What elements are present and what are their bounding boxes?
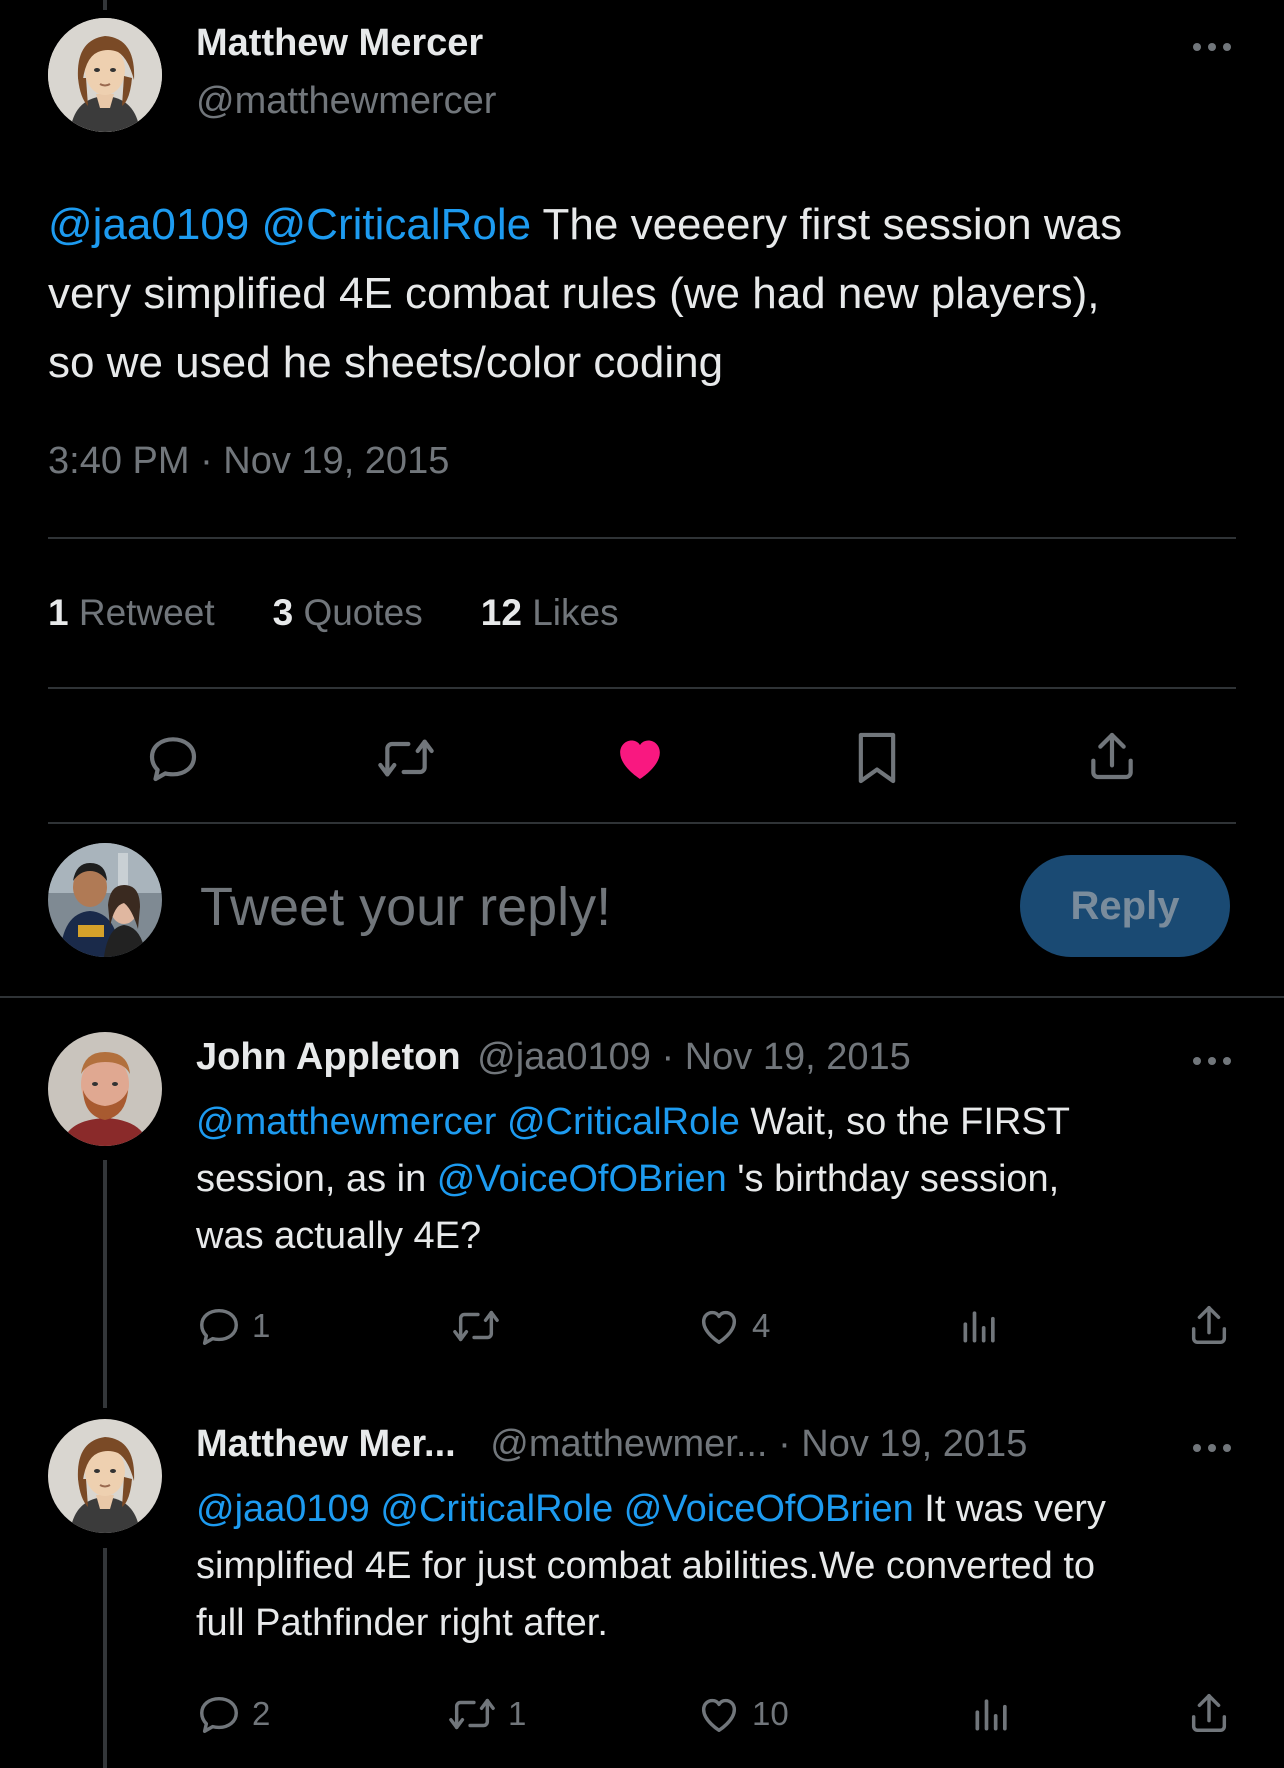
share-icon[interactable]	[1186, 1302, 1232, 1348]
reply-author-name[interactable]: John Appleton	[196, 1036, 461, 1078]
tweet-text: @jaa0109 @CriticalRole The veeeery first…	[48, 190, 1248, 397]
reply-input[interactable]: Tweet your reply!	[200, 876, 980, 938]
reply-button[interactable]: Reply	[1020, 855, 1230, 957]
retweet-icon	[449, 1698, 495, 1730]
like-action[interactable]: 10	[696, 1691, 789, 1737]
retweet-action[interactable]	[450, 1303, 512, 1349]
like-count: 10	[752, 1695, 789, 1732]
reply-author-avatar[interactable]	[48, 1032, 162, 1146]
reply-header: Matthew Mer... @matthewmer... · Nov 19, …	[196, 1423, 1027, 1466]
reply-text-segment: Wait, so the FIRST	[739, 1101, 1070, 1143]
tweet-text-line: very simplified 4E combat rules (we had …	[48, 269, 1100, 318]
thread-connector	[103, 1548, 107, 1768]
tweet-text-segment: The veeeery first session was	[531, 200, 1123, 249]
reply-text-segment: full Pathfinder right after.	[196, 1602, 608, 1644]
reply-text-segment: was actually 4E?	[196, 1215, 482, 1257]
thread-connector	[103, 1160, 107, 1408]
reply-text-segment: simplified 4E for just combat abilities.…	[196, 1545, 1096, 1587]
reply-text-segment: session, as in	[196, 1158, 437, 1200]
mention-link[interactable]: @jaa0109	[196, 1488, 370, 1530]
reply-text: @jaa0109 @CriticalRole @VoiceOfOBrien It…	[196, 1481, 1246, 1652]
current-user-avatar[interactable]	[48, 843, 162, 957]
retweets-stat[interactable]: 1 Retweet	[48, 592, 215, 634]
share-icon[interactable]	[1084, 728, 1140, 784]
divider	[48, 687, 1236, 689]
like-count: 4	[752, 1307, 771, 1344]
mention-link[interactable]: @VoiceOfOBrien	[437, 1158, 727, 1200]
reply-author-name[interactable]: Matthew Mer...	[196, 1423, 456, 1465]
mention-link[interactable]: @CriticalRole	[507, 1101, 740, 1143]
reply-date[interactable]: · Nov 19, 2015	[662, 1036, 911, 1078]
quotes-stat[interactable]: 3 Quotes	[273, 592, 423, 634]
heart-icon	[701, 1310, 737, 1345]
reply-icon	[200, 1308, 238, 1345]
reply-icon[interactable]	[145, 730, 201, 786]
share-icon[interactable]	[1186, 1690, 1232, 1736]
reply-count: 2	[252, 1695, 271, 1732]
mention-link[interactable]: @jaa0109	[48, 200, 249, 249]
reply-icon	[200, 1696, 238, 1733]
divider	[48, 822, 1236, 824]
reply-text-segment: 's birthday session,	[726, 1158, 1060, 1200]
analytics-icon[interactable]	[958, 1303, 1002, 1349]
more-options-icon[interactable]	[1193, 1444, 1231, 1452]
reply-author-handle[interactable]: @jaa0109	[477, 1036, 651, 1078]
mention-link[interactable]: @CriticalRole	[262, 200, 532, 249]
analytics-icon[interactable]	[970, 1691, 1014, 1737]
more-options-icon[interactable]	[1193, 43, 1231, 51]
author-display-name[interactable]: Matthew Mercer	[196, 22, 483, 65]
stats-row: 1 Retweet 3 Quotes 12 Likes	[48, 592, 619, 634]
retweet-action[interactable]: 1	[446, 1691, 526, 1737]
reply-author-handle[interactable]: @matthewmer...	[490, 1423, 767, 1465]
author-avatar[interactable]	[48, 18, 162, 132]
reply-count: 1	[252, 1307, 271, 1344]
reply-action[interactable]: 2	[196, 1691, 270, 1737]
section-divider	[0, 996, 1284, 998]
thread-connector-top	[103, 0, 107, 10]
retweet-icon[interactable]	[375, 730, 437, 786]
likes-stat[interactable]: 12 Likes	[481, 592, 619, 634]
heart-icon	[701, 1698, 737, 1733]
more-options-icon[interactable]	[1193, 1057, 1231, 1065]
heart-filled-icon[interactable]	[611, 730, 669, 786]
reply-date[interactable]: · Nov 19, 2015	[778, 1423, 1027, 1465]
mention-link[interactable]: @matthewmercer	[196, 1101, 496, 1143]
like-action[interactable]: 4	[696, 1303, 770, 1349]
reply-header: John Appleton @jaa0109 · Nov 19, 2015	[196, 1036, 911, 1079]
bookmark-icon[interactable]	[849, 728, 905, 788]
tweet-text-line: so we used he sheets/color coding	[48, 338, 724, 387]
mention-link[interactable]: @VoiceOfOBrien	[624, 1488, 914, 1530]
retweet-count: 1	[508, 1695, 527, 1732]
author-handle[interactable]: @matthewmercer	[196, 80, 496, 123]
reply-text: @matthewmercer @CriticalRole Wait, so th…	[196, 1094, 1246, 1265]
reply-text-segment: It was very	[913, 1488, 1106, 1530]
divider	[48, 537, 1236, 539]
retweet-icon	[453, 1310, 499, 1342]
tweet-timestamp[interactable]: 3:40 PM · Nov 19, 2015	[48, 440, 449, 483]
mention-link[interactable]: @CriticalRole	[380, 1488, 613, 1530]
reply-author-avatar[interactable]	[48, 1419, 162, 1533]
reply-action[interactable]: 1	[196, 1303, 270, 1349]
